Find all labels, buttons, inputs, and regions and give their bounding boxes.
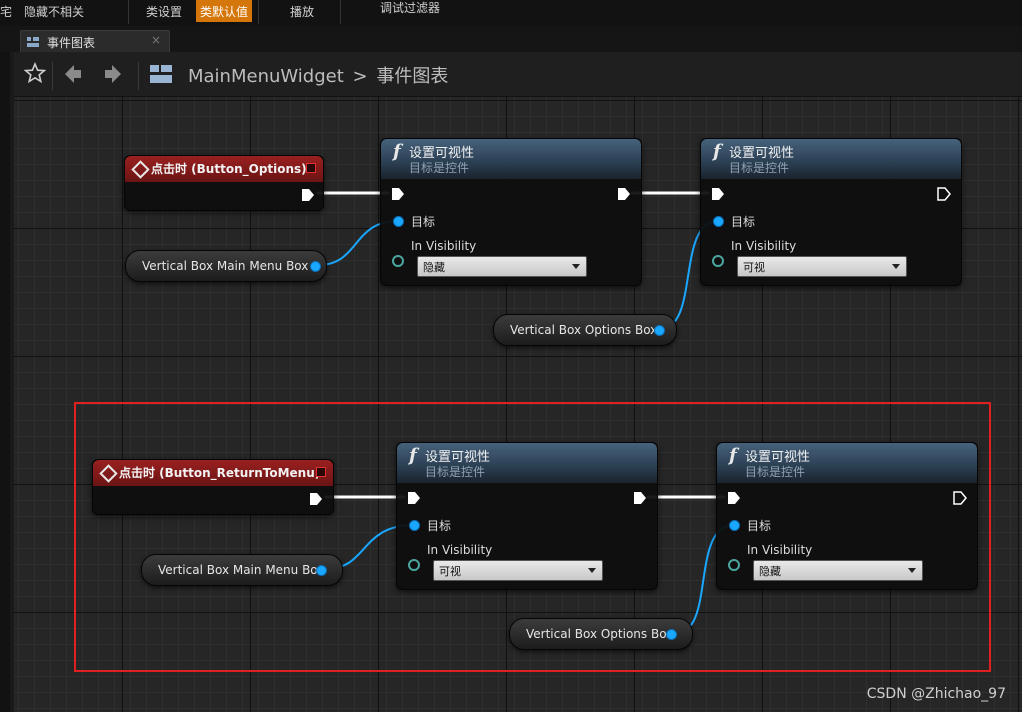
event-title: 点击时 (Button_Options)	[151, 162, 307, 176]
toolbar-divider	[258, 0, 259, 24]
exec-out-pin-icon[interactable]	[617, 187, 631, 201]
visibility-dropdown[interactable]: 隐藏	[753, 560, 923, 581]
node-subtitle: 目标是控件	[409, 161, 470, 175]
graph-icon	[150, 65, 172, 87]
class-settings-button[interactable]: 类设置	[146, 0, 182, 24]
event-title: 点击时 (Button_ReturnToMenu)	[119, 466, 321, 480]
close-icon[interactable]: ×	[151, 33, 161, 47]
debug-filter-dropdown[interactable]: 调试过滤器	[380, 0, 440, 20]
chevron-down-icon	[572, 264, 580, 269]
exec-out-pin-icon[interactable]	[301, 188, 315, 202]
tab-label: 事件图表	[47, 36, 96, 50]
target-label: 目标	[747, 519, 772, 533]
toolbar: 宅 隐藏不相关 类设置 类默认值 播放 调试过滤器	[0, 0, 1022, 27]
set-visibility-node[interactable]: f 设置可视性 目标是控件 目标 In Visibility 隐藏	[380, 138, 642, 286]
variable-node-options-box[interactable]: Vertical Box Options Box	[509, 618, 693, 650]
set-visibility-node[interactable]: f 设置可视性 目标是控件 目标 In Visibility 可视	[396, 442, 658, 590]
watermark: CSDN @Zhichao_97	[866, 686, 1006, 702]
chevron-down-icon	[588, 568, 596, 573]
forward-arrow-icon[interactable]	[104, 64, 122, 88]
breadcrumb-widget[interactable]: MainMenuWidget	[188, 66, 344, 87]
visibility-dropdown[interactable]: 可视	[737, 256, 907, 277]
event-node-button-return-to-menu[interactable]: 点击时 (Button_ReturnToMenu)	[92, 459, 334, 515]
output-pin-icon[interactable]	[316, 565, 327, 576]
target-pin-icon[interactable]	[713, 216, 724, 227]
star-icon[interactable]	[23, 61, 47, 88]
output-pin-icon[interactable]	[654, 325, 665, 336]
variable-label: Vertical Box Options Box	[526, 627, 674, 641]
set-visibility-node[interactable]: f 设置可视性 目标是控件 目标 In Visibility 可视	[700, 138, 962, 286]
output-pin-icon[interactable]	[310, 261, 321, 272]
toolbar-edge-label: 宅	[0, 5, 13, 19]
toolbar-divider	[340, 0, 341, 24]
function-icon: f	[729, 445, 737, 466]
in-visibility-label: In Visibility	[427, 543, 493, 557]
exec-in-pin-icon[interactable]	[391, 187, 405, 201]
variable-label: Vertical Box Options Box	[510, 323, 658, 337]
in-visibility-label: In Visibility	[731, 239, 797, 253]
variable-node-main-menu-box[interactable]: Vertical Box Main Menu Box	[141, 554, 343, 586]
nav-divider	[138, 62, 139, 90]
visibility-pin-icon[interactable]	[408, 559, 420, 571]
output-pin-icon[interactable]	[666, 629, 677, 640]
exec-in-pin-icon[interactable]	[407, 491, 421, 505]
function-icon: f	[713, 141, 721, 162]
visibility-value: 隐藏	[759, 565, 781, 578]
chevron-down-icon	[908, 568, 916, 573]
left-panel-strip	[0, 52, 10, 712]
target-pin-icon[interactable]	[409, 520, 420, 531]
target-label: 目标	[731, 215, 756, 229]
visibility-pin-icon[interactable]	[392, 255, 404, 267]
play-button[interactable]: 播放	[290, 0, 314, 24]
target-label: 目标	[411, 215, 436, 229]
target-pin-icon[interactable]	[729, 520, 740, 531]
class-defaults-button[interactable]: 类默认值	[196, 0, 253, 22]
breadcrumb-graph: 事件图表	[376, 66, 449, 87]
event-node-button-options[interactable]: 点击时 (Button_Options)	[124, 155, 324, 211]
visibility-dropdown[interactable]: 隐藏	[417, 256, 587, 277]
visibility-pin-icon[interactable]	[728, 559, 740, 571]
variable-node-options-box[interactable]: Vertical Box Options Box	[493, 314, 677, 346]
nav-divider	[52, 62, 53, 90]
node-subtitle: 目标是控件	[729, 161, 790, 175]
variable-label: Vertical Box Main Menu Box	[142, 259, 309, 273]
node-subtitle: 目标是控件	[425, 465, 486, 479]
target-pin-icon[interactable]	[393, 216, 404, 227]
delegate-pin-icon[interactable]	[316, 467, 326, 477]
target-label: 目标	[427, 519, 452, 533]
visibility-pin-icon[interactable]	[712, 255, 724, 267]
node-subtitle: 目标是控件	[745, 465, 806, 479]
hide-unrelated-button[interactable]: 隐藏不相关	[24, 0, 84, 24]
toolbar-divider	[128, 0, 129, 24]
exec-out-pin-icon[interactable]	[937, 187, 951, 201]
exec-out-pin-icon[interactable]	[633, 491, 647, 505]
exec-in-pin-icon[interactable]	[727, 491, 741, 505]
function-icon: f	[393, 141, 401, 162]
in-visibility-label: In Visibility	[747, 543, 813, 557]
breadcrumb-separator: >	[352, 66, 368, 87]
delegate-pin-icon[interactable]	[306, 163, 316, 173]
variable-node-main-menu-box[interactable]: Vertical Box Main Menu Box	[125, 250, 327, 282]
chevron-down-icon	[892, 264, 900, 269]
visibility-value: 可视	[439, 565, 461, 578]
variable-label: Vertical Box Main Menu Box	[158, 563, 325, 577]
exec-out-pin-icon[interactable]	[953, 491, 967, 505]
visibility-value: 隐藏	[423, 261, 445, 274]
function-icon: f	[409, 445, 417, 466]
exec-out-pin-icon[interactable]	[309, 492, 323, 506]
visibility-value: 可视	[743, 261, 765, 274]
back-arrow-icon[interactable]	[64, 64, 82, 88]
exec-in-pin-icon[interactable]	[711, 187, 725, 201]
visibility-dropdown[interactable]: 可视	[433, 560, 603, 581]
tab-event-graph[interactable]: 事件图表 ×	[20, 30, 170, 53]
breadcrumb: MainMenuWidget > 事件图表	[188, 62, 448, 88]
in-visibility-label: In Visibility	[411, 239, 477, 253]
graph-icon	[27, 36, 39, 47]
graph-nav-bar	[14, 52, 1022, 97]
set-visibility-node[interactable]: f 设置可视性 目标是控件 目标 In Visibility 隐藏	[716, 442, 978, 590]
